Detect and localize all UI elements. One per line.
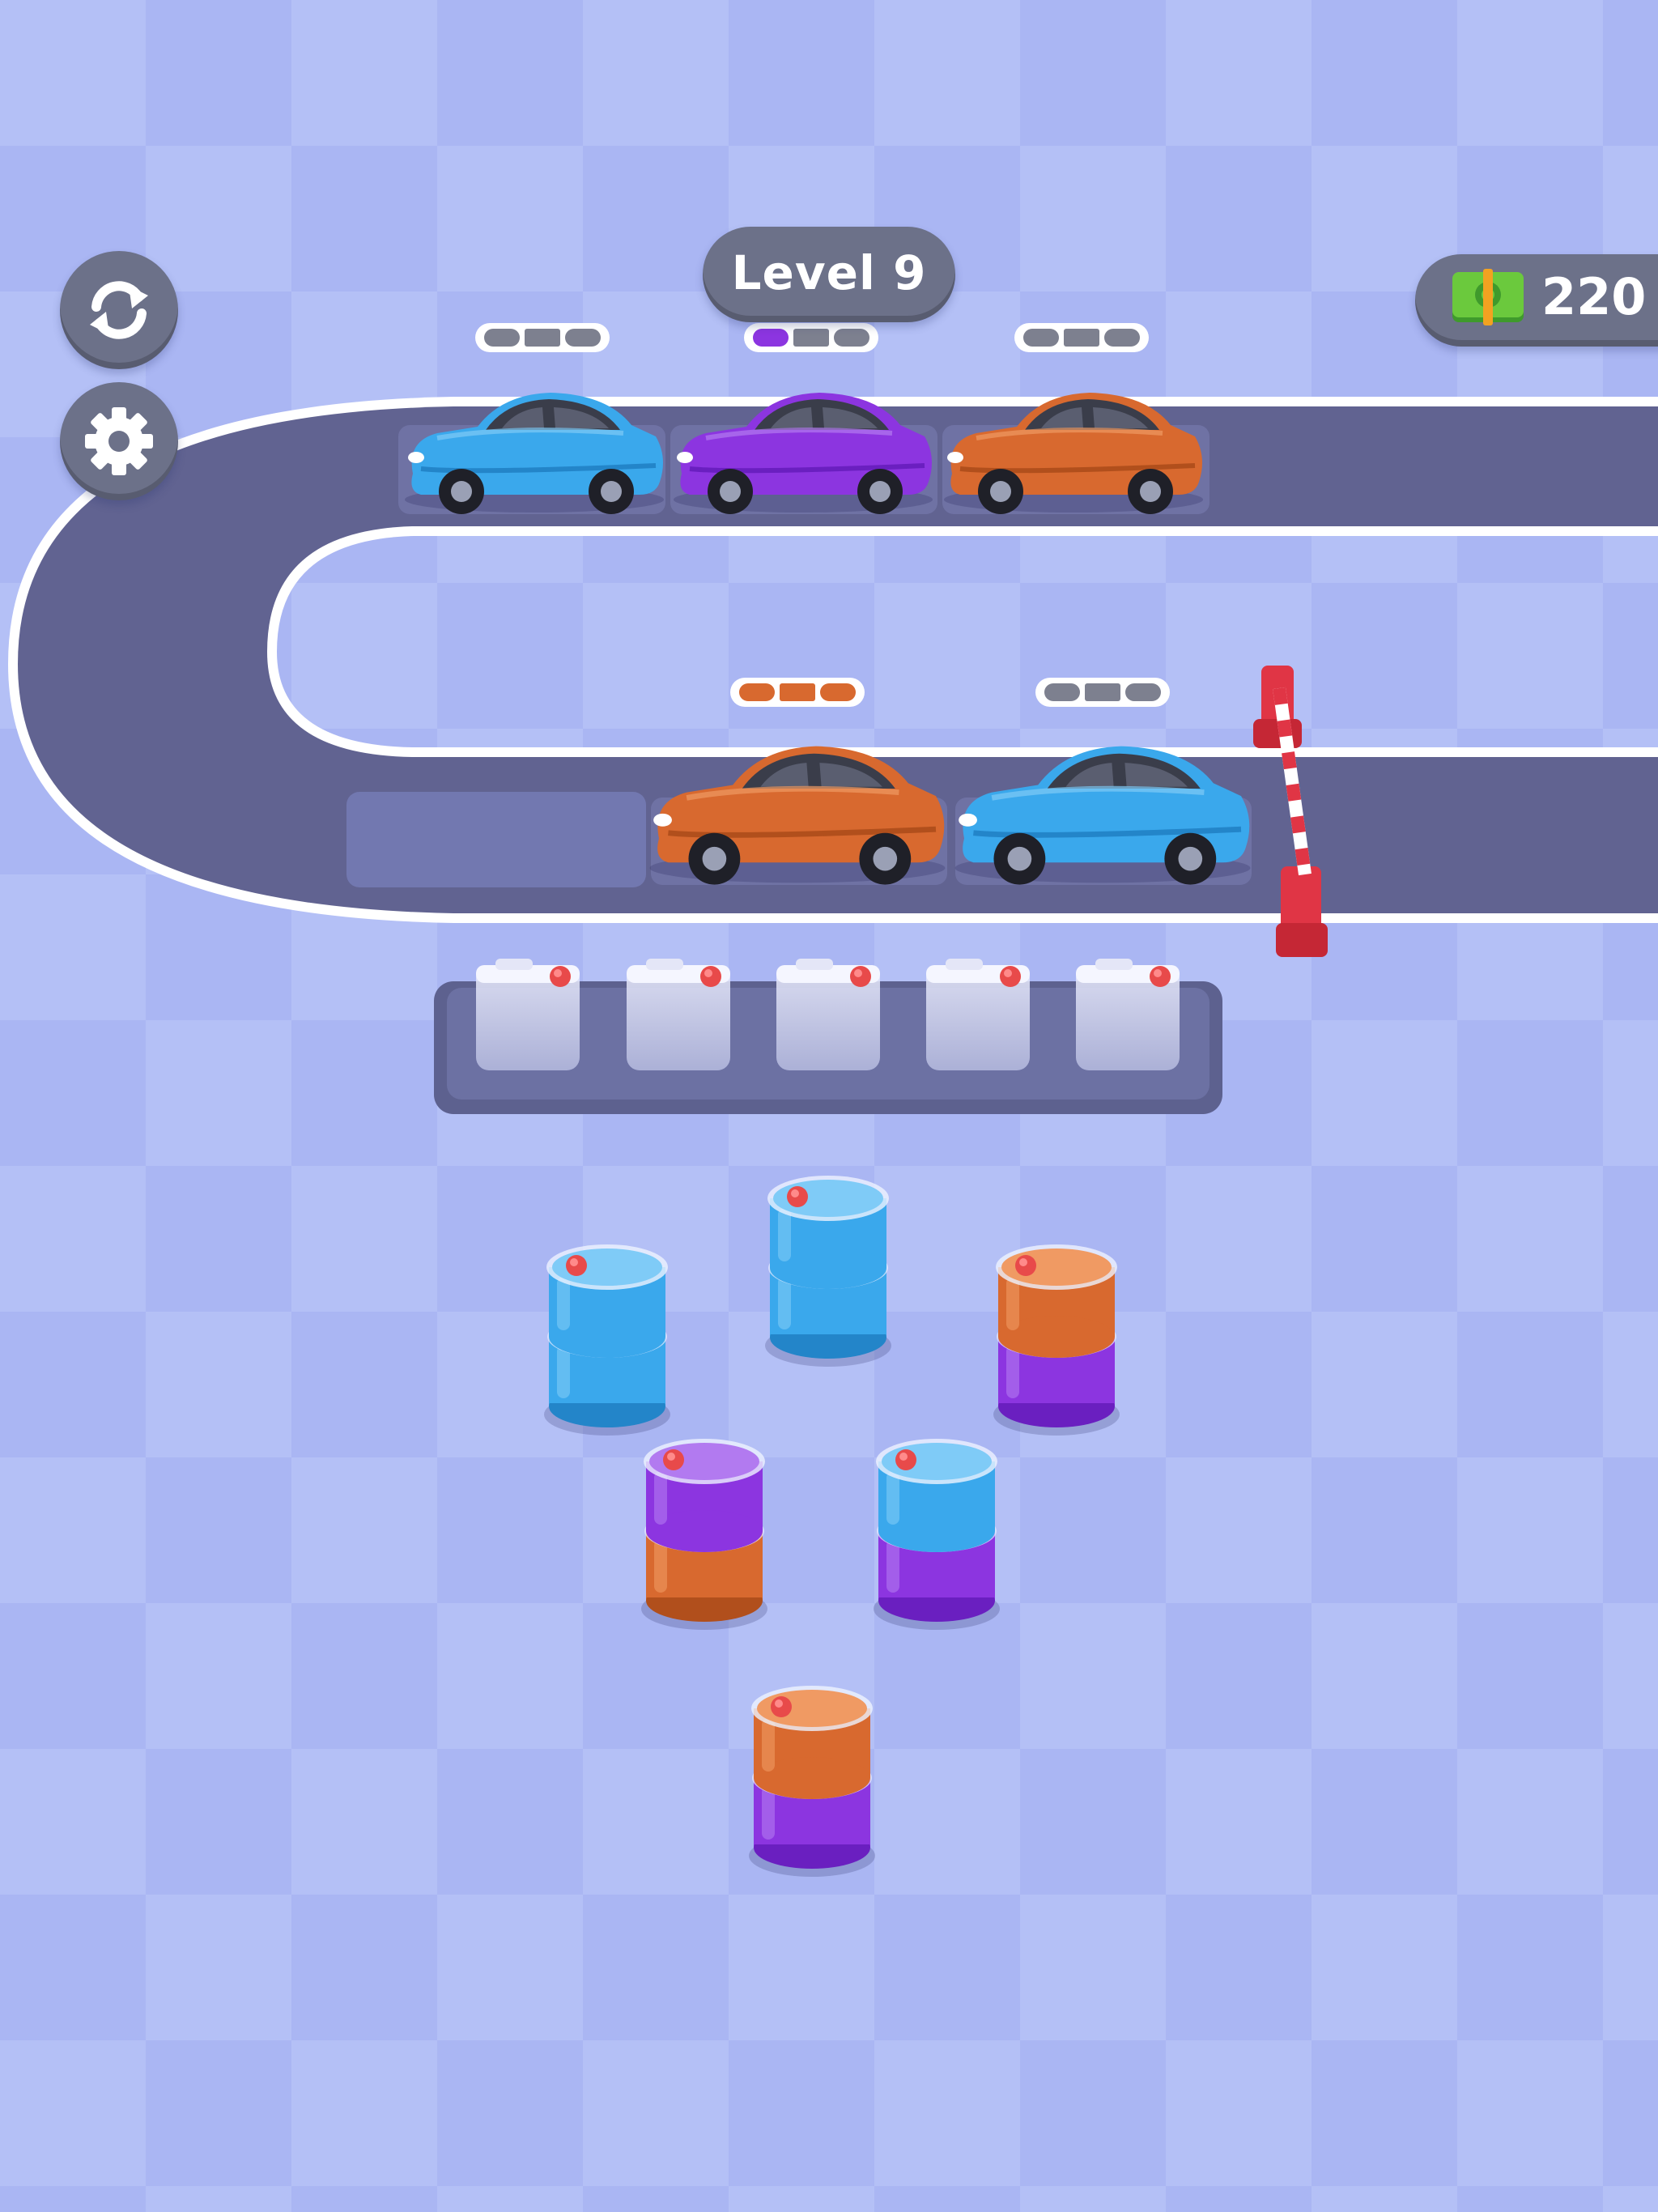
jerrycan-slot	[926, 959, 1030, 1070]
level-label: Level 9	[731, 245, 927, 300]
fuel-barrel[interactable]	[993, 1244, 1120, 1436]
fuel-bar-bottom-2	[730, 678, 865, 707]
jerrycan-slot	[627, 959, 730, 1070]
fuel-bar-bottom-3	[1035, 678, 1170, 707]
fuel-segment	[1023, 329, 1059, 347]
fuel-segment	[1044, 683, 1080, 701]
game-stage: Level 9 220	[0, 0, 1658, 2212]
fuel-segment	[739, 683, 775, 701]
money-counter: 220	[1415, 254, 1658, 347]
fuel-segment	[1064, 329, 1099, 347]
fuel-barrel[interactable]	[874, 1439, 1000, 1630]
fuel-barrel[interactable]	[765, 1176, 891, 1367]
gear-icon	[85, 407, 153, 475]
fuel-bar-top-2	[744, 323, 878, 352]
fuel-bar-top-1	[475, 323, 610, 352]
fuel-segment	[1125, 683, 1161, 701]
fuel-segment	[834, 329, 869, 347]
fuel-barrel[interactable]	[641, 1439, 767, 1630]
restart-icon	[90, 281, 148, 339]
fuel-segment	[565, 329, 601, 347]
fuel-segment	[525, 329, 560, 347]
jerrycan-slot	[1076, 959, 1180, 1070]
game-scene	[0, 0, 1658, 2212]
settings-button[interactable]	[60, 382, 178, 500]
jerrycan-slot	[476, 959, 580, 1070]
fuel-barrel[interactable]	[749, 1686, 875, 1877]
fuel-segment	[1085, 683, 1120, 701]
level-indicator: Level 9	[703, 227, 955, 322]
fuel-segment	[484, 329, 520, 347]
jerrycan-slot	[776, 959, 880, 1070]
fuel-barrel[interactable]	[544, 1244, 670, 1436]
fuel-segment	[820, 683, 856, 701]
fuel-segment	[780, 683, 815, 701]
fuel-bar-top-3	[1014, 323, 1149, 352]
fuel-segment	[793, 329, 829, 347]
cash-stack-icon	[1452, 269, 1524, 325]
money-value: 220	[1541, 267, 1647, 326]
fuel-segment	[753, 329, 789, 347]
restart-button[interactable]	[60, 251, 178, 369]
fuel-segment	[1104, 329, 1140, 347]
